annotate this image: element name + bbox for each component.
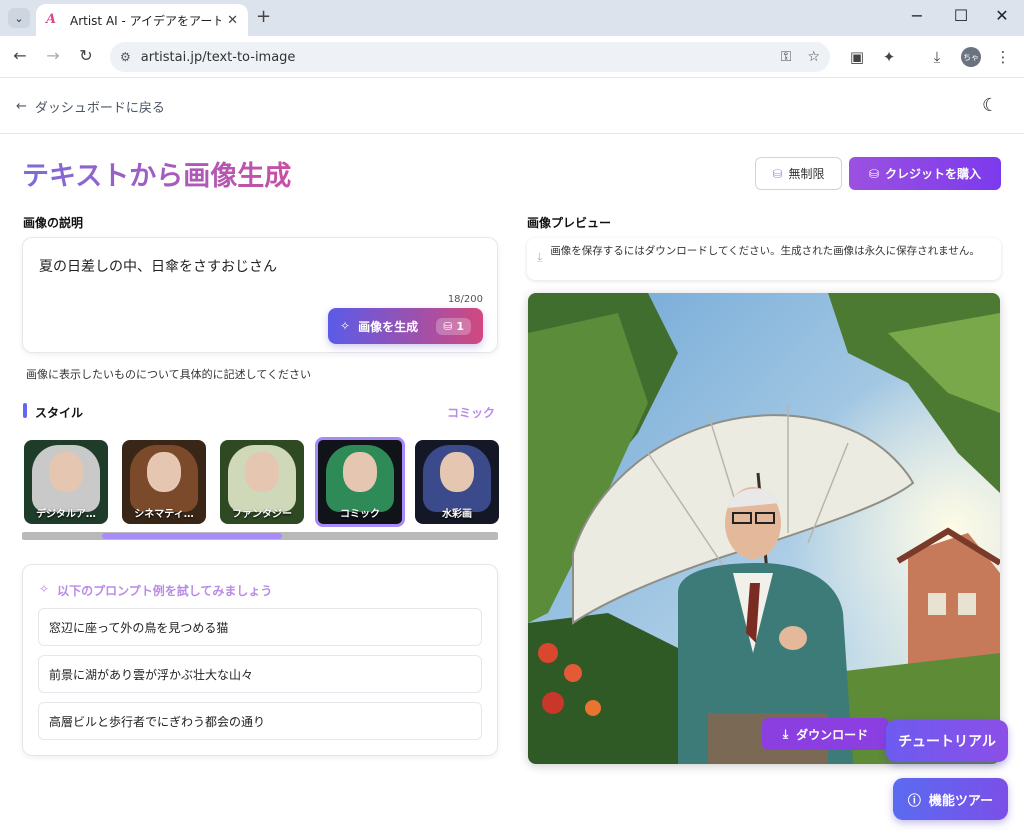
artist-ai-logo-icon: A (46, 12, 57, 27)
unlimited-label: 無制限 (788, 167, 825, 181)
coins-icon: ⛁ (772, 166, 783, 181)
credit-cost-badge: ⛁ 1 (436, 317, 471, 335)
style-thumb-face (147, 451, 181, 492)
address-bar[interactable]: ⚙ artistai.jp/text-to-image ⚿ ☆ (110, 42, 830, 72)
menu-dots-icon[interactable]: ⋮ (992, 48, 1014, 66)
example-prompt[interactable]: 前景に湖があり雲が浮かぶ壮大な山々 (38, 655, 482, 693)
download-icon[interactable]: ⤓ (926, 48, 948, 66)
password-key-icon[interactable]: ⚿ (781, 49, 792, 65)
page-title: テキストから画像生成 (22, 154, 291, 193)
tab-title: Artist AI - アイデアをアートに変換 (70, 13, 222, 28)
style-scroll-thumb[interactable] (102, 533, 282, 539)
moon-icon[interactable]: ☾ (982, 95, 998, 116)
url-text: artistai.jp/text-to-image (140, 49, 296, 65)
char-count: 18/200 (447, 294, 483, 305)
tour-label: 機能ツアー (928, 793, 994, 809)
puzzle-icon[interactable]: ✦ (878, 48, 900, 66)
prompt-examples-card: ✧ 以下のプロンプト例を試してみましょう 窓辺に座って外の鳥を見つめる猫 前景に… (22, 564, 498, 756)
new-tab-icon[interactable]: + (256, 6, 271, 27)
bookmark-star-icon[interactable]: ☆ (807, 49, 820, 65)
maximize-icon[interactable]: ☐ (941, 6, 981, 25)
site-info-icon[interactable]: ⚙ (120, 50, 131, 64)
style-accent-bar (23, 403, 27, 418)
tab-close-icon[interactable]: ✕ (227, 13, 238, 28)
selected-style-label: コミック (447, 406, 496, 420)
prompt-section-label: 画像の説明 (23, 216, 84, 230)
back-icon[interactable]: ← (8, 46, 32, 65)
browser-toolbar: ← → ↻ ⚙ artistai.jp/text-to-image ⚿ ☆ ▣ … (0, 36, 1024, 78)
style-thumb-face (245, 451, 279, 492)
style-option-1[interactable]: シネマティ… (122, 440, 206, 524)
minimize-icon[interactable]: − (897, 6, 937, 25)
prompt-hint: 画像に表示したいものについて具体的に記述してください (26, 368, 312, 381)
tutorial-button[interactable]: チュートリアル (886, 720, 1008, 762)
download-button[interactable]: ⤓ ダウンロード (762, 718, 889, 750)
style-section-label: スタイル (35, 406, 84, 420)
style-thumb-face (49, 451, 83, 492)
arrow-left-icon: ← (16, 99, 27, 114)
style-scrollbar[interactable] (22, 532, 498, 540)
coins-icon: ⛁ (868, 166, 880, 181)
style-option-4[interactable]: 水彩画 (415, 440, 499, 524)
forward-icon[interactable]: → (41, 46, 65, 65)
back-to-dashboard-link[interactable]: ← ダッシュボードに戻る (16, 97, 165, 116)
style-option-label: デジタルア… (36, 509, 96, 520)
example-prompt[interactable]: 高層ビルと歩行者でにぎわう都会の通り (38, 702, 482, 740)
notice-text: 画像を保存するにはダウンロードしてください。生成された画像は永久に保存されません… (550, 245, 980, 257)
sparkles-icon: ✧ (340, 319, 351, 333)
buy-credits-label: クレジットを購入 (885, 167, 982, 181)
back-label: ダッシュボードに戻る (34, 101, 165, 116)
style-option-3[interactable]: コミック (315, 437, 405, 527)
reload-icon[interactable]: ↻ (74, 46, 98, 65)
prompt-text: 夏の日差しの中、日傘をさすおじさん (39, 259, 277, 275)
download-icon: ⤓ (537, 250, 543, 264)
style-thumb-face (343, 451, 377, 492)
style-option-label: コミック (340, 509, 380, 520)
tab-search-icon[interactable]: ⌄ (8, 8, 30, 28)
download-icon: ⤓ (782, 726, 789, 741)
buy-credits-button[interactable]: ⛁ クレジットを購入 (849, 157, 1001, 190)
sparkles-icon: ✧ (39, 582, 50, 596)
window-close-icon[interactable]: ✕ (982, 6, 1022, 25)
style-option-label: 水彩画 (442, 509, 472, 520)
style-option-label: ファンタジー (232, 509, 292, 520)
style-option-0[interactable]: デジタルア… (24, 440, 108, 524)
download-label: ダウンロード (796, 727, 869, 742)
examples-title-text: 以下のプロンプト例を試してみましょう (57, 584, 273, 598)
extension-icon[interactable]: ▣ (846, 48, 868, 66)
generate-label: 画像を生成 (358, 319, 419, 334)
browser-tab[interactable]: A Artist AI - アイデアをアートに変換 ✕ (36, 4, 248, 36)
style-thumb-face (440, 451, 474, 492)
browser-tabbar: ⌄ A Artist AI - アイデアをアートに変換 ✕ + − ☐ ✕ (0, 0, 1024, 36)
generate-image-button[interactable]: ✧ 画像を生成 ⛁ 1 (328, 308, 483, 344)
app-header: ← ダッシュボードに戻る ☾ (0, 79, 1024, 134)
feature-tour-button[interactable]: ⓘ 機能ツアー (893, 778, 1008, 820)
generated-image (528, 293, 1000, 764)
save-notice: ⤓ 画像を保存するにはダウンロードしてください。生成された画像は永久に保存されま… (527, 238, 1001, 280)
unlimited-button[interactable]: ⛁ 無制限 (755, 157, 842, 190)
examples-title: ✧ 以下のプロンプト例を試してみましょう (39, 582, 272, 599)
profile-avatar[interactable]: ちゃ (961, 47, 981, 67)
info-icon: ⓘ (907, 793, 921, 809)
style-option-label: シネマティ… (134, 509, 194, 520)
example-prompt[interactable]: 窓辺に座って外の鳥を見つめる猫 (38, 608, 482, 646)
style-option-2[interactable]: ファンタジー (220, 440, 304, 524)
preview-section-label: 画像プレビュー (527, 216, 612, 230)
